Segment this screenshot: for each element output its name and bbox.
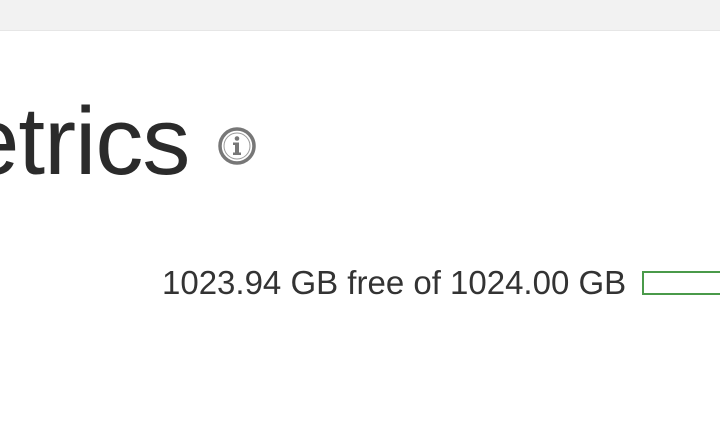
storage-summary: 1023.94 GB free of 1024.00 GB <box>162 262 720 304</box>
page-title: etrics <box>0 88 190 195</box>
top-bar <box>0 0 720 31</box>
title-row: etrics <box>0 92 257 192</box>
storage-usage-bar <box>642 271 720 295</box>
storage-free-label: 1023.94 GB free of 1024.00 GB <box>162 264 627 301</box>
info-icon[interactable] <box>217 126 257 166</box>
